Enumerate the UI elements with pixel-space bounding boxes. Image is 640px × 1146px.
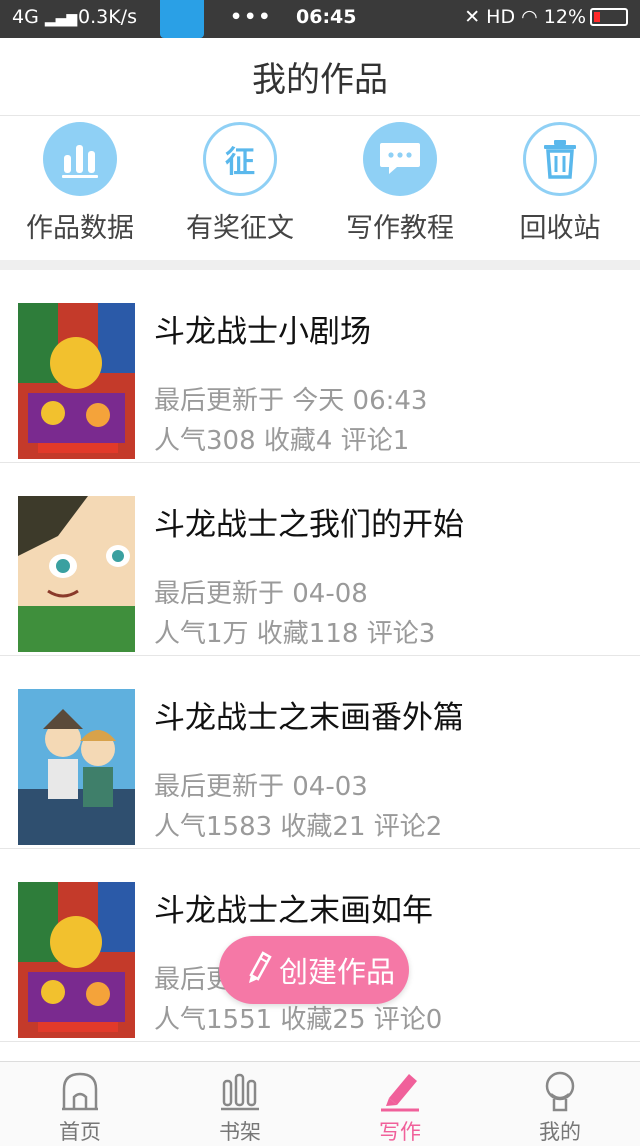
clock: 06:45: [296, 6, 357, 28]
trash-icon: [523, 122, 597, 196]
page-title: 我的作品: [252, 60, 388, 100]
work-item[interactable]: 斗龙战士小剧场 最后更新于 今天 06:43 人气308 收藏4 评论1: [0, 270, 640, 463]
bar-chart-icon: [43, 122, 117, 196]
pencil-icon: [243, 949, 273, 992]
work-title: 斗龙战士之末画番外篇: [154, 700, 464, 736]
work-stats: 人气1583 收藏21 评论2: [154, 812, 443, 842]
work-title: 斗龙战士小剧场: [154, 314, 371, 350]
menu-label-writing-tutorial: 写作教程: [346, 213, 454, 244]
work-cover: [18, 882, 135, 1038]
profile-icon: [538, 1070, 582, 1112]
tab-home[interactable]: 首页: [0, 1062, 160, 1146]
chat-bubble-icon: [363, 122, 437, 196]
work-stats: 人气1万 收藏118 评论3: [154, 619, 436, 649]
page-header: 我的作品: [0, 38, 640, 116]
work-stats: 人气1551 收藏25 评论0: [154, 1005, 443, 1035]
battery-icon: [590, 8, 628, 26]
menu-item-essay-contest[interactable]: 征 有奖征文: [160, 116, 320, 260]
zheng-icon: 征: [203, 122, 277, 196]
menu-item-work-data[interactable]: 作品数据: [0, 116, 160, 260]
work-stats: 人气308 收藏4 评论1: [154, 426, 410, 456]
tab-bookshelf[interactable]: 书架: [160, 1062, 320, 1146]
work-item[interactable]: 斗龙战士之我们的开始 最后更新于 04-08 人气1万 收藏118 评论3: [0, 463, 640, 656]
work-cover: [18, 496, 135, 652]
work-title: 斗龙战士之末画如年: [154, 893, 433, 929]
tab-label-write: 写作: [379, 1120, 421, 1144]
network-speed: 0.3K/s: [78, 6, 137, 28]
work-title: 斗龙战士之我们的开始: [154, 507, 464, 543]
wifi-icon: ◠: [521, 6, 538, 28]
work-item[interactable]: 斗龙战士之末画番外篇 最后更新于 04-03 人气1583 收藏21 评论2: [0, 656, 640, 849]
tab-label-home: 首页: [59, 1120, 101, 1144]
menu-label-work-data: 作品数据: [26, 213, 134, 244]
menu-item-recycle-bin[interactable]: 回收站: [480, 116, 640, 260]
tab-label-profile: 我的: [539, 1120, 581, 1144]
work-updated: 最后更新于 04-03: [154, 772, 368, 802]
work-updated: 最后更新于 04-08: [154, 579, 368, 609]
mute-icon: ✕: [464, 6, 481, 28]
create-work-label: 创建作品: [279, 955, 396, 989]
create-work-button[interactable]: 创建作品: [219, 936, 409, 1004]
tab-label-bookshelf: 书架: [219, 1120, 261, 1144]
zheng-glyph: 征: [225, 145, 255, 180]
battery-percent: 12%: [543, 6, 586, 28]
more-dots-icon: •••: [230, 6, 273, 28]
bookshelf-icon: [218, 1070, 262, 1112]
network-indicator: 4G ▂▄▆: [12, 6, 78, 28]
status-bar: 4G ▂▄▆ 0.3K/s ••• 06:45 ✕ HD ◠ 12%: [0, 0, 640, 38]
status-right: ✕ HD ◠ 12%: [464, 6, 628, 28]
work-cover: [18, 689, 135, 845]
pencil-icon: [378, 1070, 422, 1112]
hd-indicator: HD: [486, 6, 516, 28]
menu-label-recycle-bin: 回收站: [519, 213, 601, 244]
work-cover: [18, 303, 135, 459]
quick-menu: 作品数据 征 有奖征文 写作教程 回收站: [0, 116, 640, 260]
work-list: 斗龙战士小剧场 最后更新于 今天 06:43 人气308 收藏4 评论1 斗龙战…: [0, 270, 640, 1042]
tab-write[interactable]: 写作: [320, 1062, 480, 1146]
home-icon: [58, 1070, 102, 1112]
vivo-icon: [160, 0, 204, 38]
tab-profile[interactable]: 我的: [480, 1062, 640, 1146]
section-divider: [0, 260, 640, 270]
work-updated: 最后更新于 今天 06:43: [154, 386, 428, 416]
bottom-tabbar: 首页 书架 写作 我的: [0, 1061, 640, 1146]
menu-label-essay-contest: 有奖征文: [186, 213, 294, 244]
menu-item-writing-tutorial[interactable]: 写作教程: [320, 116, 480, 260]
